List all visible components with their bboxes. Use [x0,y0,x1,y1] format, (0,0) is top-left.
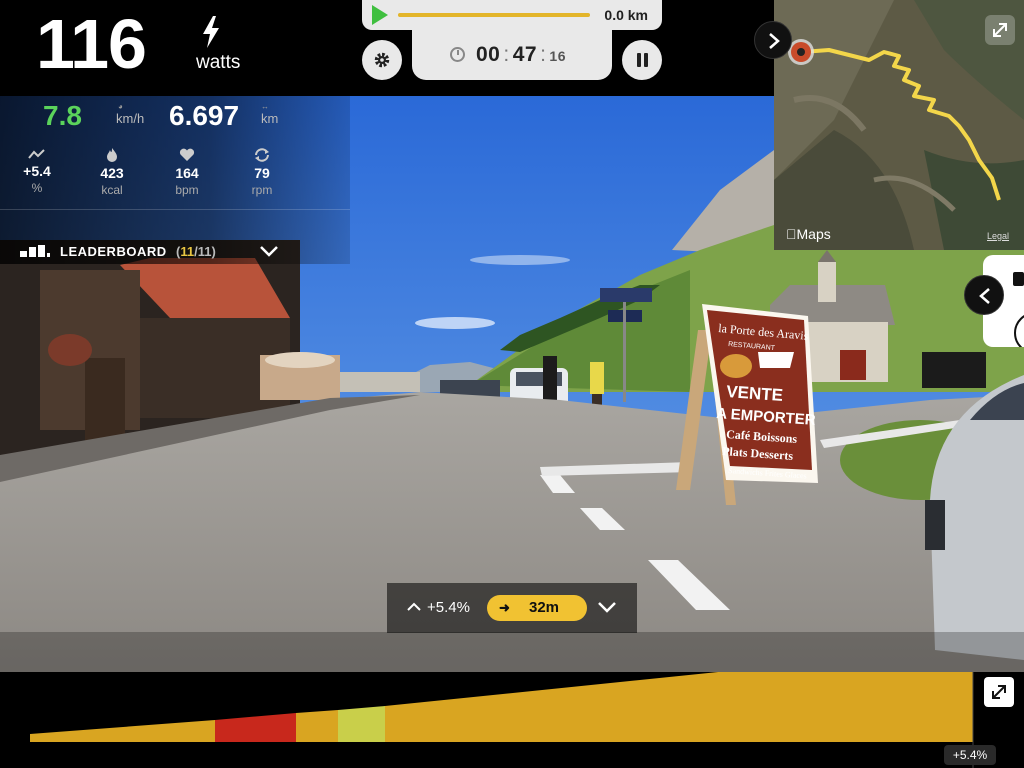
chevron-up-icon [407,602,421,611]
timer-minutes: 00 [476,43,501,66]
chevron-down-icon [598,602,616,613]
power-unit: watts [196,52,241,73]
settings-button[interactable] [362,40,402,80]
speedometer-icon: ◕ [118,102,123,111]
leaderboard-bars-icon [20,245,50,257]
route-progress-bar[interactable]: 0.0 km [362,0,662,30]
upcoming-gradient-indicator[interactable]: +5.4% ➜ 32m [387,583,637,633]
elevation-profile[interactable] [0,672,1024,768]
calories-unit: kcal [101,183,123,197]
toggle-map-button[interactable] [754,21,792,59]
cadence-stat: 79 rpm [232,148,292,197]
sign-text-3: VENTE [726,382,784,405]
stats-divider [0,209,350,210]
speed-value: 7.8 [43,100,82,131]
grade-value: +5.4 [23,163,51,179]
gear-icon [374,52,390,68]
grade-unit: % [31,181,43,195]
maps-attribution: Maps [786,226,831,242]
arrow-right-icon: ➜ [499,600,510,615]
chevron-left-icon [979,288,990,304]
timer-seconds: 47 [512,43,538,66]
next-segment-distance: 32m [529,599,560,616]
heart-rate-stat: 164 bpm [157,148,217,197]
current-grade-label: +5.4% [427,599,470,616]
distance-value: 6.697 [169,100,240,131]
timer-text: 00:47:16 [476,43,566,66]
calories-value: 423 [100,165,124,181]
power-value: 116 [36,5,147,83]
leaderboard-label: LEADERBOARD [60,244,167,259]
pause-button[interactable] [622,40,662,80]
progress-track [398,13,590,17]
leaderboard-toggle[interactable]: LEADERBOARD (11/11) [0,234,350,268]
calories-stat: 423 kcal [82,148,142,197]
heart-rate-value: 164 [175,165,199,181]
timer-fraction: 16 [549,48,566,64]
cadence-unit: rpm [251,183,273,197]
speed-unit: ◕ km/h [116,102,145,126]
route-distance-label: 0.0 km [604,7,648,23]
flame-icon [107,148,117,162]
expand-profile-button[interactable] [984,677,1014,707]
mountain-icon [28,149,45,159]
play-icon [372,5,388,25]
toggle-side-panel-button[interactable] [964,275,1004,315]
leaderboard-position: (11/11) [176,244,216,259]
profile-grade-badge: +5.4% [944,745,996,765]
map-legal-link[interactable]: Legal [987,231,1009,241]
grade-stat: +5.4 % [7,148,67,195]
expand-icon [992,685,1006,699]
cadence-value: 79 [254,165,270,181]
expand-map-button[interactable] [985,15,1015,45]
chevron-down-icon [260,246,278,257]
distance-arrows-icon: ↔ [261,102,269,111]
lightning-bolt-icon [203,16,219,48]
clock-icon [450,47,465,62]
next-segment-pill: ➜ 32m [487,595,587,621]
chevron-right-icon [769,33,780,49]
heart-rate-unit: bpm [175,183,199,197]
ride-timer: 00:47:16 [412,30,612,80]
distance-unit: ↔ km [261,102,279,126]
cadence-refresh-icon [255,148,269,162]
heart-icon [179,148,195,161]
expand-icon [993,23,1007,37]
